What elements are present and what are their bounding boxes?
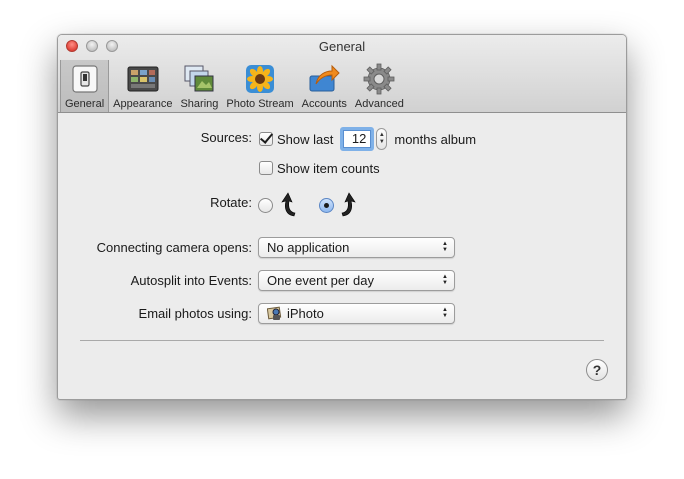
- show-last-label: Show last: [277, 131, 334, 147]
- tab-accounts[interactable]: Accounts: [298, 60, 351, 112]
- rotate-options: [258, 191, 358, 219]
- tab-general[interactable]: General: [60, 60, 110, 112]
- email-photos-popup[interactable]: iPhoto ▲ ▼: [258, 303, 455, 324]
- tab-photo-stream[interactable]: Photo Stream: [222, 60, 297, 112]
- preferences-window: General General Appearance Sharing Photo…: [57, 34, 627, 400]
- separator: [80, 340, 604, 341]
- tab-general-label: General: [65, 98, 105, 110]
- tab-advanced[interactable]: Advanced: [351, 60, 408, 112]
- preference-tabs: General Appearance Sharing Photo Stream …: [60, 60, 408, 112]
- email-photos-value: iPhoto: [287, 306, 324, 321]
- autosplit-label: Autosplit into Events:: [130, 273, 252, 288]
- tab-sharing[interactable]: Sharing: [176, 60, 222, 112]
- appearance-icon: [127, 63, 159, 95]
- tab-advanced-label: Advanced: [354, 98, 404, 110]
- general-pane: Sources: Show last 12 ▲ ▼ months album S…: [58, 114, 626, 399]
- tab-appearance[interactable]: Appearance: [109, 60, 176, 112]
- autosplit-value: One event per day: [267, 273, 374, 288]
- popup-arrows-icon: ▲ ▼: [442, 241, 448, 253]
- photo-stream-icon: [244, 63, 276, 95]
- months-stepper[interactable]: ▲ ▼: [376, 128, 388, 150]
- rotate-cw-radio[interactable]: [319, 197, 334, 213]
- connecting-camera-value: No application: [267, 240, 350, 255]
- rotate-clockwise-icon: [340, 191, 358, 220]
- rotate-label: Rotate:: [210, 195, 252, 210]
- popup-arrows-icon: ▲ ▼: [442, 307, 448, 319]
- tab-sharing-label: Sharing: [180, 98, 219, 110]
- accounts-icon: [308, 63, 340, 95]
- sharing-icon: [183, 63, 215, 95]
- show-item-counts-checkbox[interactable]: [259, 161, 273, 175]
- toolbar: General General Appearance Sharing Photo…: [58, 35, 626, 113]
- connecting-camera-popup[interactable]: No application ▲ ▼: [258, 237, 455, 258]
- months-suffix: months album: [394, 131, 477, 147]
- rotate-counterclockwise-icon: [279, 191, 297, 220]
- email-photos-label: Email photos using:: [138, 306, 252, 321]
- general-switch-icon: [69, 63, 101, 95]
- chevron-up-icon: ▲: [378, 132, 385, 138]
- gear-icon: [363, 63, 395, 95]
- sources-label: Sources:: [200, 130, 252, 145]
- chevron-down-icon: ▼: [378, 139, 385, 145]
- rotate-ccw-radio[interactable]: [258, 197, 273, 213]
- show-last-checkbox[interactable]: [259, 132, 273, 146]
- tab-accounts-label: Accounts: [301, 98, 347, 110]
- autosplit-popup[interactable]: One event per day ▲ ▼: [258, 270, 455, 291]
- show-item-counts-row: Show item counts: [259, 157, 380, 179]
- help-button[interactable]: ?: [586, 359, 608, 381]
- popup-arrows-icon: ▲ ▼: [442, 274, 448, 286]
- connecting-camera-label: Connecting camera opens:: [96, 240, 252, 255]
- window-title: General: [318, 39, 366, 54]
- show-item-counts-label: Show item counts: [277, 160, 380, 176]
- show-last-row: Show last 12 ▲ ▼ months album: [259, 127, 477, 151]
- iphoto-icon: [267, 306, 282, 321]
- tab-photo-stream-label: Photo Stream: [226, 98, 294, 110]
- months-field[interactable]: 12: [340, 127, 375, 151]
- tab-appearance-label: Appearance: [113, 98, 173, 110]
